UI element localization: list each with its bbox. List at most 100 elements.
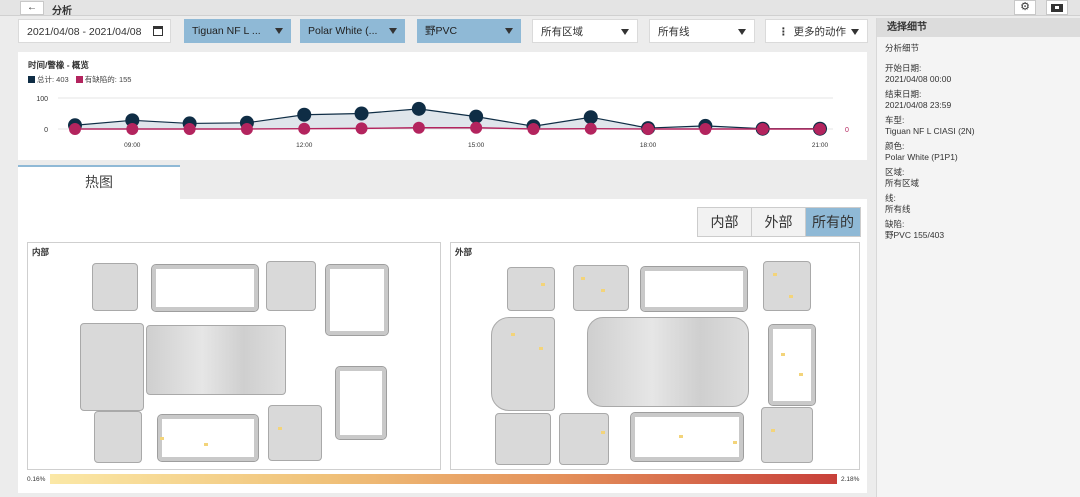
car-part[interactable] bbox=[266, 261, 316, 311]
data-point bbox=[412, 121, 425, 134]
car-part[interactable] bbox=[94, 411, 142, 463]
zone-value: 所有区域 bbox=[885, 178, 920, 188]
zone-label: 区域: bbox=[885, 166, 905, 177]
defect-spot bbox=[679, 435, 683, 438]
car-part[interactable] bbox=[559, 413, 609, 465]
data-point bbox=[354, 106, 369, 121]
car-part[interactable] bbox=[630, 412, 744, 462]
data-point bbox=[469, 109, 484, 124]
car-part[interactable] bbox=[335, 366, 387, 440]
line-label: 线: bbox=[885, 192, 896, 203]
chevron-down-icon bbox=[275, 28, 283, 34]
color-dropdown[interactable]: Polar White (... bbox=[300, 19, 405, 43]
sidebar-title: 选择细节 bbox=[877, 18, 1080, 37]
defect-spot bbox=[541, 283, 545, 286]
data-point bbox=[583, 110, 598, 125]
series-end-label: 0 bbox=[845, 127, 849, 134]
chevron-down-icon bbox=[389, 28, 397, 34]
start-date-value: 2021/04/08 00:00 bbox=[885, 74, 952, 84]
color-label: 颜色: bbox=[885, 140, 905, 151]
car-part[interactable] bbox=[573, 265, 629, 311]
color-value: Polar White (P1P1) bbox=[885, 152, 958, 162]
data-point bbox=[699, 123, 712, 135]
tab-heatmap[interactable]: 热图 bbox=[18, 165, 180, 199]
car-part[interactable] bbox=[640, 266, 748, 312]
car-part[interactable] bbox=[157, 414, 259, 462]
line-value: 所有线 bbox=[885, 204, 911, 214]
defect-spot bbox=[733, 441, 737, 444]
defect-dropdown-value: 野PVC bbox=[425, 25, 458, 37]
inside-heatmap-label: 内部 bbox=[32, 247, 50, 257]
arrow-left-icon: ← bbox=[27, 2, 37, 13]
scale-max-label: 2.18% bbox=[841, 476, 860, 483]
color-dropdown-value: Polar White (... bbox=[308, 25, 378, 37]
chevron-down-icon bbox=[851, 29, 859, 35]
defect-spot bbox=[601, 431, 605, 434]
car-part[interactable] bbox=[151, 264, 259, 312]
x-tick-label: 21:00 bbox=[812, 142, 829, 149]
car-part[interactable] bbox=[587, 317, 749, 407]
scale-min-label: 0.16% bbox=[27, 476, 46, 483]
date-range-picker[interactable]: 2021/04/08 - 2021/04/08 bbox=[18, 19, 171, 43]
settings-button[interactable]: ⚙ bbox=[1014, 0, 1036, 15]
data-point bbox=[69, 123, 81, 135]
car-part[interactable] bbox=[92, 263, 138, 311]
defect-dropdown[interactable]: 野PVC bbox=[417, 19, 521, 43]
top-bar: ← 分析 ⚙ bbox=[0, 0, 1080, 17]
segment-all[interactable]: 所有的 bbox=[806, 208, 860, 236]
page-title: 分析 bbox=[52, 6, 72, 17]
data-point bbox=[355, 122, 368, 135]
inside-heatmap-panel: 内部 bbox=[27, 242, 441, 470]
car-part[interactable] bbox=[268, 405, 322, 461]
details-sidebar: 选择细节 分析细节 开始日期: 2021/04/08 00:00 结束日期: 2… bbox=[876, 18, 1080, 497]
car-part[interactable] bbox=[325, 264, 389, 336]
data-point bbox=[126, 123, 139, 135]
end-date-value: 2021/04/08 23:59 bbox=[885, 100, 952, 110]
zone-dropdown[interactable]: 所有区域 bbox=[532, 19, 638, 43]
segment-inside[interactable]: 内部 bbox=[698, 208, 752, 236]
start-date-label: 开始日期: bbox=[885, 62, 922, 73]
overview-chart-card: 时间/警橡 - 概览 总计: 403 有缺陷的: 155 100 0 09:00 12… bbox=[18, 52, 867, 160]
x-tick-label: 15:00 bbox=[468, 142, 485, 149]
data-point bbox=[411, 101, 426, 116]
more-actions-dropdown[interactable]: ⋮ 更多的动作 bbox=[765, 19, 868, 43]
car-part[interactable] bbox=[495, 413, 551, 465]
data-point bbox=[642, 123, 655, 135]
back-button[interactable]: ← bbox=[20, 1, 44, 15]
car-part[interactable] bbox=[768, 324, 816, 406]
x-tick-label: 09:00 bbox=[124, 142, 141, 149]
data-point bbox=[814, 123, 826, 135]
sidebar-body: 分析细节 开始日期: 2021/04/08 00:00 结束日期: 2021/0… bbox=[885, 43, 975, 242]
car-part[interactable] bbox=[761, 407, 813, 463]
car-part[interactable] bbox=[146, 325, 286, 395]
line-dropdown[interactable]: 所有线 bbox=[649, 19, 755, 43]
car-part[interactable] bbox=[491, 317, 555, 411]
more-vert-icon: ⋮ bbox=[778, 26, 789, 38]
line-dropdown-value: 所有线 bbox=[658, 26, 690, 38]
defect-spot bbox=[539, 347, 543, 350]
defect-spot bbox=[581, 277, 585, 280]
zone-dropdown-value: 所有区域 bbox=[541, 26, 583, 38]
car-part[interactable] bbox=[507, 267, 555, 311]
gear-icon: ⚙ bbox=[1020, 1, 1030, 13]
model-dropdown[interactable]: Tiguan NF L ... bbox=[184, 19, 291, 43]
chevron-down-icon bbox=[738, 29, 746, 35]
defect-spot bbox=[781, 353, 785, 356]
chevron-down-icon bbox=[621, 29, 629, 35]
sidebar-subtitle: 分析细节 bbox=[885, 43, 920, 53]
heatmap-color-scale bbox=[50, 474, 837, 484]
x-tick-label: 18:00 bbox=[640, 142, 657, 149]
panel-icon bbox=[1051, 4, 1063, 12]
car-part[interactable] bbox=[763, 261, 811, 311]
defect-spot bbox=[771, 429, 775, 432]
overview-chart: 100 0 09:00 12:00 15:00 18:00 21:00 0 bbox=[36, 96, 849, 149]
data-point bbox=[183, 123, 196, 135]
defect-spot bbox=[773, 273, 777, 276]
data-point bbox=[584, 122, 597, 135]
view-segmented-control: 内部 外部 所有的 bbox=[697, 207, 861, 237]
x-tick-label: 12:00 bbox=[296, 142, 313, 149]
model-label: 车型: bbox=[885, 114, 905, 125]
segment-outside[interactable]: 外部 bbox=[752, 208, 806, 236]
toggle-panel-button[interactable] bbox=[1046, 0, 1068, 15]
car-part[interactable] bbox=[80, 323, 144, 411]
